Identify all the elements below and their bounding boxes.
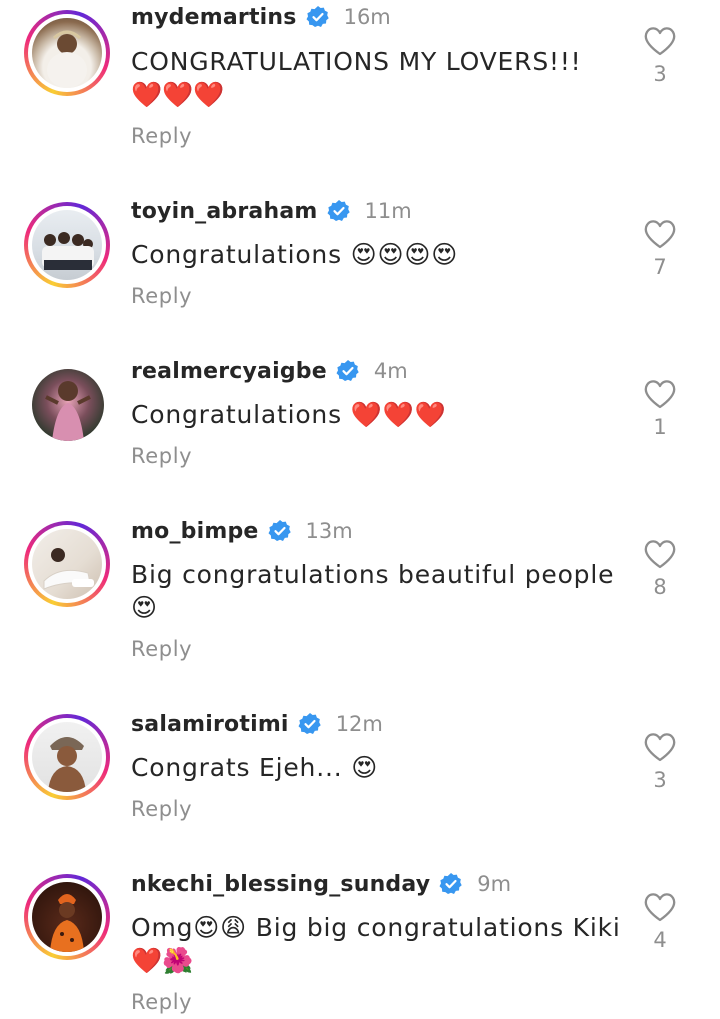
like-area[interactable]: 1: [643, 379, 677, 439]
comment-time: 16m: [343, 5, 391, 29]
verified-badge-icon: [298, 713, 321, 734]
avatar[interactable]: [32, 882, 102, 952]
heart-outline-icon[interactable]: [643, 219, 677, 249]
comment-text-line: Congratulations ❤️❤️❤️: [131, 400, 447, 429]
comment-emoji-line: ❤️❤️❤️: [131, 80, 225, 109]
like-area[interactable]: 4: [643, 892, 677, 952]
reply-button[interactable]: Reply: [131, 990, 192, 1014]
avatar-story-ring[interactable]: [24, 10, 110, 96]
verified-badge-icon: [439, 873, 462, 894]
comment-text: Congratulations 😍😍😍😍: [131, 238, 631, 271]
comment-username[interactable]: toyin_abraham: [131, 199, 318, 224]
like-area[interactable]: 8: [643, 539, 677, 599]
comment-text: CONGRATULATIONS MY LOVERS!!! ❤️❤️❤️: [131, 45, 631, 111]
comment-time: 9m: [477, 872, 512, 896]
comment-username[interactable]: realmercyaigbe: [131, 359, 327, 384]
avatar-story-ring[interactable]: [24, 714, 110, 800]
like-count: 7: [653, 255, 667, 279]
comment-time: 13m: [305, 519, 353, 543]
like-count: 8: [653, 575, 667, 599]
comment-text-line: Congrats Ejeh... 😍: [131, 753, 379, 782]
comment-emoji-line: 😍: [131, 593, 158, 622]
heart-outline-icon[interactable]: [643, 732, 677, 762]
verified-badge-icon: [268, 520, 291, 541]
comment-username[interactable]: salamirotimi: [131, 712, 289, 737]
verified-badge-icon: [306, 6, 329, 27]
comment-text: Omg😍😩 Big big congratulations Kiki ❤️🌺: [131, 911, 631, 977]
avatar[interactable]: [32, 18, 102, 88]
reply-button[interactable]: Reply: [131, 444, 192, 468]
comment-time: 12m: [335, 712, 383, 736]
reply-button[interactable]: Reply: [131, 284, 192, 308]
reply-button[interactable]: Reply: [131, 637, 192, 661]
comment-username[interactable]: nkechi_blessing_sunday: [131, 872, 430, 897]
avatar[interactable]: [32, 210, 102, 280]
avatar[interactable]: [32, 722, 102, 792]
comment-time: 11m: [364, 199, 412, 223]
heart-outline-icon[interactable]: [643, 539, 677, 569]
like-area[interactable]: 7: [643, 219, 677, 279]
like-area[interactable]: 3: [643, 732, 677, 792]
comment-emoji-line: ❤️🌺: [131, 946, 194, 975]
verified-badge-icon: [336, 360, 359, 381]
like-count: 1: [653, 415, 667, 439]
avatar[interactable]: [32, 529, 102, 599]
like-count: 3: [653, 768, 667, 792]
comment-text-line: Congratulations 😍😍😍😍: [131, 240, 459, 269]
heart-outline-icon[interactable]: [643, 379, 677, 409]
comment-text-line: Omg😍😩 Big big congratulations Kiki: [131, 913, 621, 942]
like-count: 3: [653, 62, 667, 86]
reply-button[interactable]: Reply: [131, 124, 192, 148]
like-area[interactable]: 3: [643, 26, 677, 86]
avatar-story-ring[interactable]: [24, 521, 110, 607]
comment-time: 4m: [373, 359, 408, 383]
comment-text-line: CONGRATULATIONS MY LOVERS!!!: [131, 47, 582, 76]
avatar-story-ring[interactable]: [24, 874, 110, 960]
avatar[interactable]: [32, 369, 104, 441]
like-count: 4: [653, 928, 667, 952]
comment-text: Congratulations ❤️❤️❤️: [131, 398, 631, 431]
heart-outline-icon[interactable]: [643, 26, 677, 56]
avatar-story-ring[interactable]: [24, 202, 110, 288]
comment-text-line: Big congratulations beautiful people: [131, 560, 615, 589]
heart-outline-icon[interactable]: [643, 892, 677, 922]
comment-username[interactable]: mydemartins: [131, 5, 297, 30]
comment-text: Big congratulations beautiful people 😍: [131, 558, 631, 624]
verified-badge-icon: [327, 200, 350, 221]
comment-username[interactable]: mo_bimpe: [131, 519, 259, 544]
reply-button[interactable]: Reply: [131, 797, 192, 821]
comment-text: Congrats Ejeh... 😍: [131, 751, 631, 784]
